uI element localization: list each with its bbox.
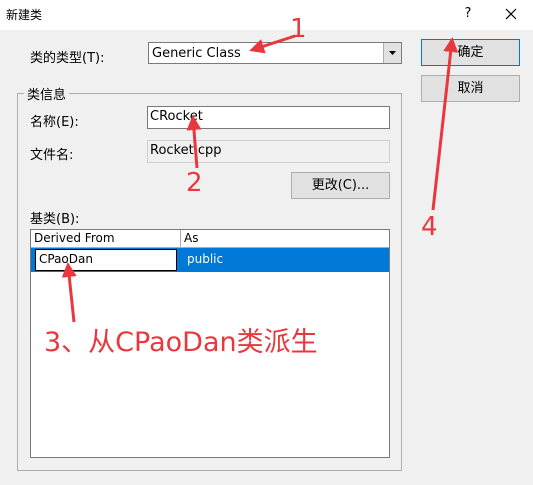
- annotation-1: 1: [290, 14, 307, 44]
- annotation-arrows: [61, 34, 459, 323]
- arrow-4: [431, 37, 459, 211]
- annotation-2: 2: [186, 168, 203, 198]
- arrow-3: [61, 262, 77, 323]
- annotation-3: 3、从CPaoDan类派生: [44, 327, 318, 358]
- arrow-1: [249, 34, 296, 54]
- arrow-2: [186, 115, 202, 169]
- annotation-4: 4: [421, 212, 438, 242]
